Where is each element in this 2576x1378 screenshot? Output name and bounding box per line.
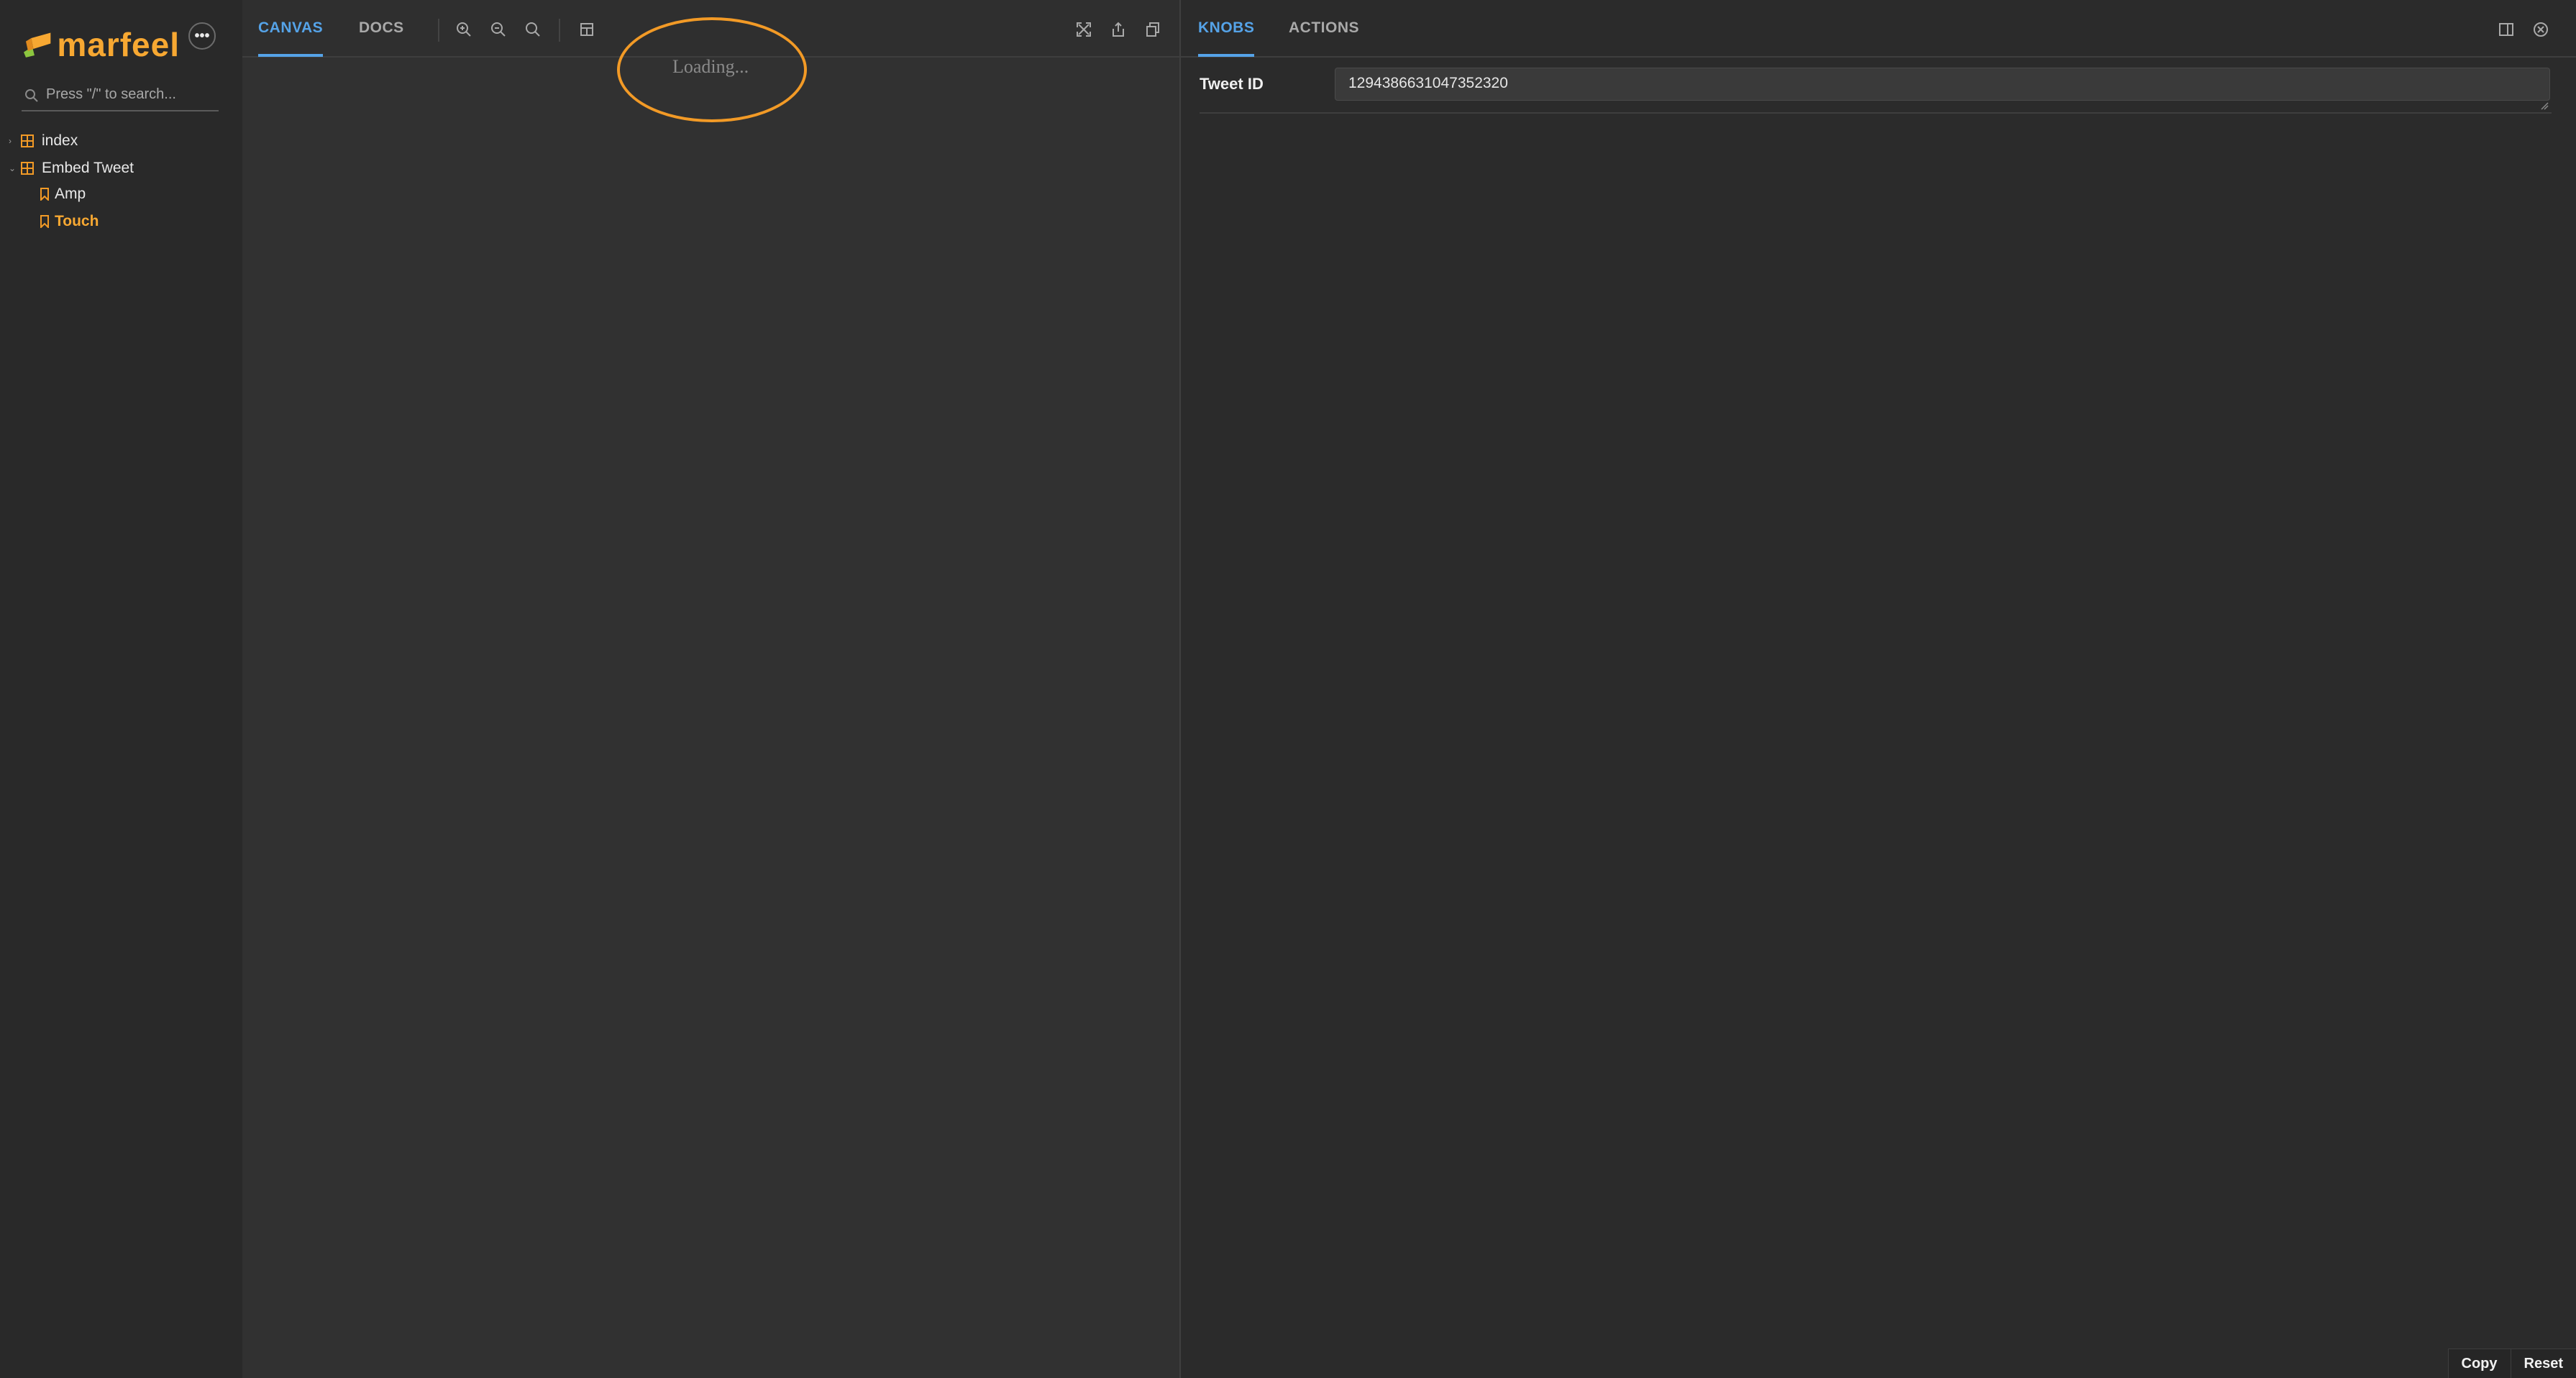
toolbar-divider bbox=[438, 19, 439, 42]
knob-row-tweet-id: Tweet ID 1294386631047352320 bbox=[1200, 66, 2552, 114]
tree-item-amp[interactable]: Amp bbox=[36, 183, 86, 205]
brand-logo[interactable]: marfeel bbox=[22, 23, 180, 66]
zoom-reset-icon[interactable] bbox=[524, 20, 542, 39]
tab-actions[interactable]: ACTIONS bbox=[1289, 0, 1359, 56]
chevron-down-icon: ⌄ bbox=[9, 163, 17, 173]
search-input[interactable] bbox=[46, 83, 211, 105]
addons-panel: KNOBS ACTIONS Tweet ID 12943866310473523… bbox=[1179, 0, 2576, 1378]
canvas-preview[interactable] bbox=[242, 58, 1179, 1378]
more-options-button[interactable]: ••• bbox=[188, 22, 216, 50]
sidebar: marfeel ••• › index ⌄ Embed Tweet Amp To… bbox=[0, 0, 242, 1378]
tweet-id-field[interactable]: 1294386631047352320 bbox=[1335, 68, 2550, 101]
panel-orientation-icon[interactable] bbox=[2497, 20, 2516, 39]
search-box bbox=[22, 81, 219, 111]
reset-button[interactable]: Reset bbox=[2510, 1349, 2576, 1378]
zoom-out-icon[interactable] bbox=[489, 20, 508, 39]
copy-link-icon[interactable] bbox=[1143, 20, 1162, 39]
tree-item-embed-tweet[interactable]: ⌄ Embed Tweet bbox=[9, 158, 134, 179]
tree-item-label: Amp bbox=[55, 186, 86, 202]
tree-item-index[interactable]: › index bbox=[9, 130, 78, 152]
background-grid-icon[interactable] bbox=[577, 20, 596, 39]
chevron-right-icon: › bbox=[9, 136, 12, 146]
search-icon bbox=[25, 89, 38, 102]
component-icon bbox=[19, 132, 36, 150]
brand-name: marfeel bbox=[57, 26, 180, 63]
marfeel-logo-icon bbox=[23, 32, 51, 58]
bookmark-icon bbox=[36, 186, 53, 203]
tab-docs[interactable]: DOCS bbox=[359, 0, 404, 56]
annotation-ellipse bbox=[617, 17, 807, 122]
knob-label: Tweet ID bbox=[1200, 75, 1264, 93]
toolbar-divider bbox=[559, 19, 560, 42]
copy-button[interactable]: Copy bbox=[2447, 1349, 2511, 1378]
knob-actions: Copy Reset bbox=[2447, 1349, 2576, 1378]
tree-item-label: index bbox=[42, 132, 78, 149]
share-icon[interactable] bbox=[1109, 20, 1128, 39]
tree-item-touch[interactable]: Touch bbox=[36, 211, 99, 232]
tab-knobs[interactable]: KNOBS bbox=[1198, 0, 1255, 57]
addons-toolbar: KNOBS ACTIONS bbox=[1181, 0, 2576, 58]
tab-canvas[interactable]: CANVAS bbox=[258, 0, 324, 57]
component-icon bbox=[19, 160, 36, 177]
zoom-in-icon[interactable] bbox=[455, 20, 473, 39]
bookmark-icon bbox=[36, 213, 53, 230]
close-panel-icon[interactable] bbox=[2531, 20, 2550, 39]
fullscreen-icon[interactable] bbox=[1074, 20, 1093, 39]
tree-item-label: Touch bbox=[55, 213, 99, 229]
resize-handle-icon[interactable] bbox=[2540, 101, 2549, 110]
tree-item-label: Embed Tweet bbox=[42, 160, 134, 176]
